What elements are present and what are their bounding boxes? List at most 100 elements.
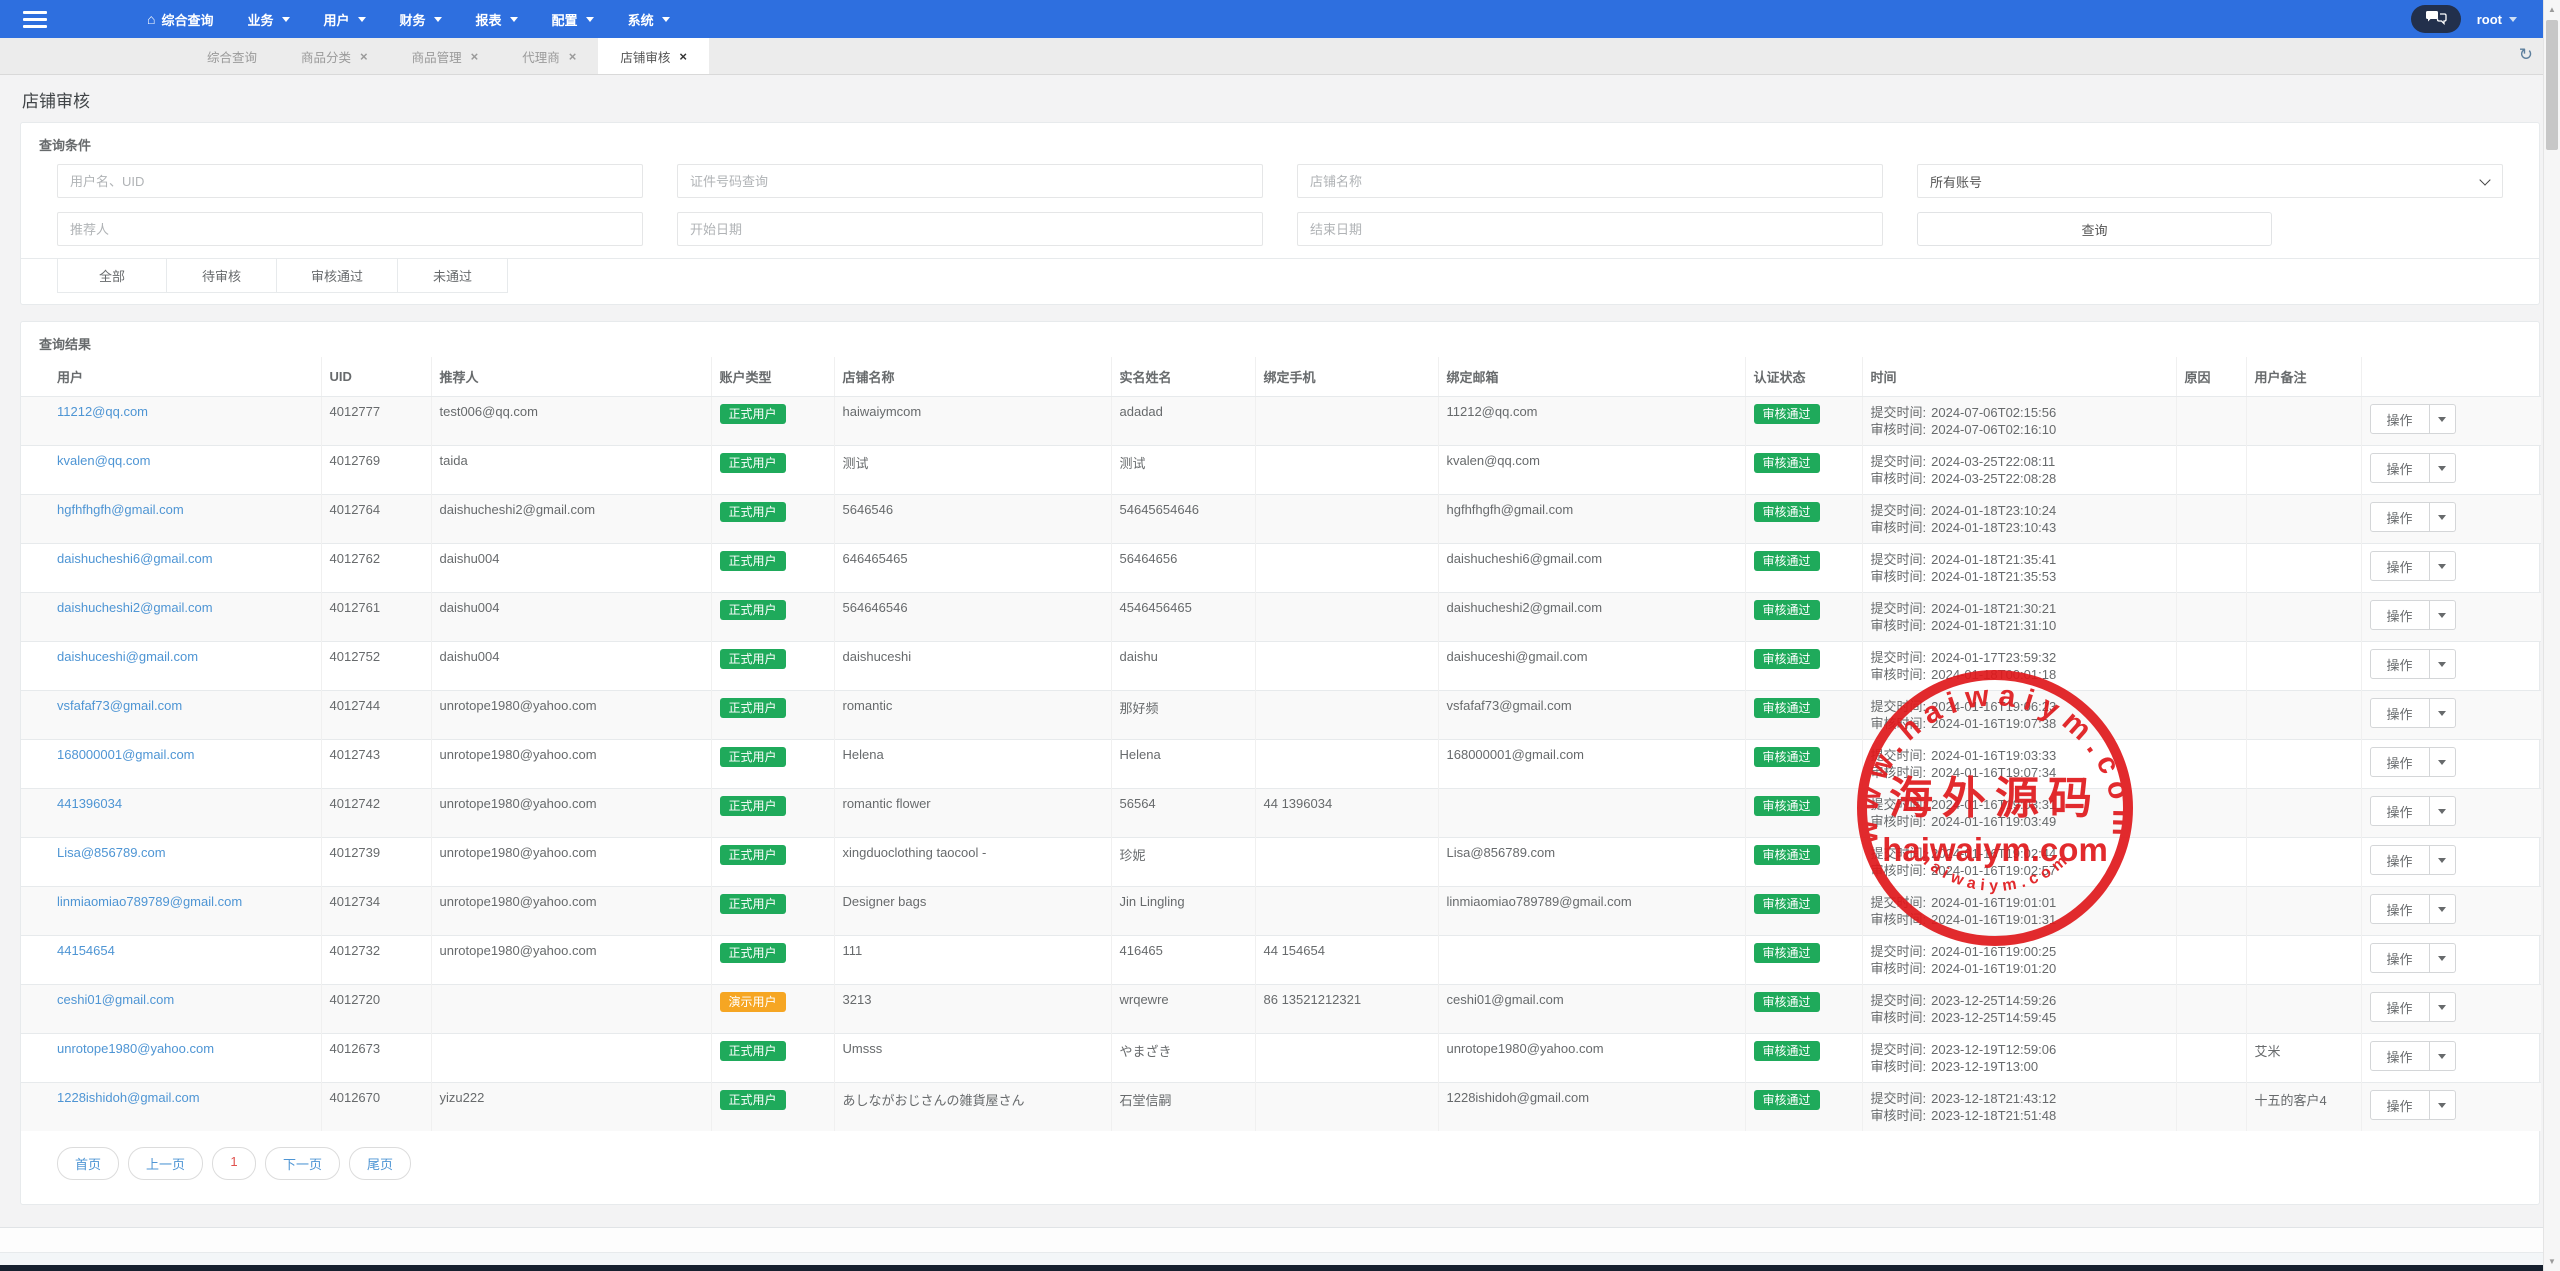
action-button[interactable]: 操作 — [2370, 1041, 2430, 1071]
search-button[interactable]: 查询 — [1917, 212, 2272, 246]
action-button[interactable]: 操作 — [2370, 453, 2430, 483]
action-button[interactable]: 操作 — [2370, 649, 2430, 679]
phone-cell: 44 1396034 — [1255, 789, 1438, 838]
action-dropdown-button[interactable] — [2430, 845, 2456, 875]
caret-down-icon — [2438, 711, 2446, 716]
action-dropdown-button[interactable] — [2430, 992, 2456, 1022]
user-link[interactable]: ceshi01@gmail.com — [57, 992, 174, 1007]
user-link[interactable]: 1228ishidoh@gmail.com — [57, 1090, 200, 1105]
email-cell: 11212@qq.com — [1438, 397, 1745, 446]
referrer-input[interactable] — [57, 212, 643, 246]
action-dropdown-button[interactable] — [2430, 502, 2456, 532]
user-link[interactable]: kvalen@qq.com — [57, 453, 150, 468]
vertical-scrollbar[interactable]: ▲ ▼ — [2543, 0, 2560, 1271]
nav-item-系统[interactable]: 系统 — [611, 0, 687, 38]
tab-代理商[interactable]: 代理商× — [500, 38, 598, 74]
action-button[interactable]: 操作 — [2370, 600, 2430, 630]
realname-cell: 56564 — [1111, 789, 1255, 838]
nav-item-综合查询[interactable]: ⌂综合查询 — [130, 0, 230, 38]
action-button[interactable]: 操作 — [2370, 1090, 2430, 1120]
filter-审核通过[interactable]: 审核通过 — [277, 258, 398, 293]
user-link[interactable]: daishucheshi2@gmail.com — [57, 600, 213, 615]
scrollbar-thumb[interactable] — [2546, 20, 2558, 150]
user-link[interactable]: unrotope1980@yahoo.com — [57, 1041, 214, 1056]
submit-time-value: 2024-01-18T21:30:21 — [1931, 601, 2056, 616]
scroll-down-icon[interactable]: ▼ — [2544, 1252, 2560, 1271]
action-dropdown-button[interactable] — [2430, 600, 2456, 630]
start-date-input[interactable] — [677, 212, 1263, 246]
nav-item-label: 财务 — [400, 10, 426, 29]
action-button[interactable]: 操作 — [2370, 551, 2430, 581]
column-header-时间: 时间 — [1862, 357, 2176, 397]
action-dropdown-button[interactable] — [2430, 894, 2456, 924]
user-link[interactable]: 44154654 — [57, 943, 115, 958]
chat-button[interactable] — [2411, 5, 2461, 33]
close-icon[interactable]: × — [679, 49, 687, 64]
filter-待审核[interactable]: 待审核 — [167, 258, 277, 293]
action-button[interactable]: 操作 — [2370, 796, 2430, 826]
cert-number-input[interactable] — [677, 164, 1263, 198]
filter-全部[interactable]: 全部 — [57, 258, 167, 293]
action-button[interactable]: 操作 — [2370, 845, 2430, 875]
nav-item-报表[interactable]: 报表 — [459, 0, 535, 38]
pagination-1[interactable]: 1 — [212, 1147, 256, 1180]
actions-cell: 操作 — [2361, 740, 2541, 789]
nav-item-配置[interactable]: 配置 — [535, 0, 611, 38]
caret-down-icon — [2438, 564, 2446, 569]
uid-cell: 4012670 — [321, 1083, 431, 1132]
close-icon[interactable]: × — [569, 49, 577, 64]
action-dropdown-button[interactable] — [2430, 747, 2456, 777]
scroll-up-icon[interactable]: ▲ — [2544, 0, 2560, 19]
action-dropdown-button[interactable] — [2430, 1041, 2456, 1071]
action-dropdown-button[interactable] — [2430, 453, 2456, 483]
user-link[interactable]: linmiaomiao789789@gmail.com — [57, 894, 242, 909]
pagination-尾页[interactable]: 尾页 — [349, 1147, 411, 1180]
shop-name-input[interactable] — [1297, 164, 1883, 198]
pagination-下一页[interactable]: 下一页 — [265, 1147, 340, 1180]
action-button[interactable]: 操作 — [2370, 992, 2430, 1022]
user-link[interactable]: 168000001@gmail.com — [57, 747, 195, 762]
user-link[interactable]: daishucheshi6@gmail.com — [57, 551, 213, 566]
close-icon[interactable]: × — [360, 49, 368, 64]
user-link[interactable]: 441396034 — [57, 796, 122, 811]
user-link[interactable]: vsfafaf73@gmail.com — [57, 698, 182, 713]
remark-cell: 艾米 — [2246, 1034, 2361, 1083]
action-dropdown-button[interactable] — [2430, 796, 2456, 826]
user-link[interactable]: Lisa@856789.com — [57, 845, 166, 860]
pagination-上一页[interactable]: 上一页 — [128, 1147, 203, 1180]
close-icon[interactable]: × — [471, 49, 479, 64]
action-button[interactable]: 操作 — [2370, 404, 2430, 434]
username-uid-input[interactable] — [57, 164, 643, 198]
nav-item-业务[interactable]: 业务 — [230, 0, 306, 38]
action-button[interactable]: 操作 — [2370, 747, 2430, 777]
action-dropdown-button[interactable] — [2430, 943, 2456, 973]
action-button[interactable]: 操作 — [2370, 502, 2430, 532]
filter-未通过[interactable]: 未通过 — [398, 258, 508, 293]
user-link[interactable]: hgfhfhgfh@gmail.com — [57, 502, 184, 517]
referrer-cell: daishucheshi2@gmail.com — [431, 495, 711, 544]
actions-cell: 操作 — [2361, 642, 2541, 691]
user-link[interactable]: daishuceshi@gmail.com — [57, 649, 198, 664]
tab-综合查询[interactable]: 综合查询 — [185, 38, 279, 74]
nav-item-财务[interactable]: 财务 — [383, 0, 459, 38]
hamburger-icon[interactable] — [0, 0, 70, 38]
tab-商品管理[interactable]: 商品管理× — [390, 38, 501, 74]
action-button[interactable]: 操作 — [2370, 943, 2430, 973]
user-menu[interactable]: root — [2477, 12, 2517, 27]
pagination-首页[interactable]: 首页 — [57, 1147, 119, 1180]
tab-店铺审核[interactable]: 店铺审核× — [598, 38, 709, 74]
refresh-icon[interactable]: ↻ — [2519, 46, 2533, 63]
actions-cell: 操作 — [2361, 838, 2541, 887]
action-button[interactable]: 操作 — [2370, 894, 2430, 924]
action-dropdown-button[interactable] — [2430, 551, 2456, 581]
nav-item-用户[interactable]: 用户 — [307, 0, 383, 38]
tab-商品分类[interactable]: 商品分类× — [279, 38, 390, 74]
end-date-input[interactable] — [1297, 212, 1883, 246]
action-dropdown-button[interactable] — [2430, 698, 2456, 728]
action-dropdown-button[interactable] — [2430, 649, 2456, 679]
action-dropdown-button[interactable] — [2430, 1090, 2456, 1120]
action-dropdown-button[interactable] — [2430, 404, 2456, 434]
user-link[interactable]: 11212@qq.com — [57, 404, 148, 419]
action-button[interactable]: 操作 — [2370, 698, 2430, 728]
account-type-select[interactable]: 所有账号 — [1917, 164, 2503, 198]
